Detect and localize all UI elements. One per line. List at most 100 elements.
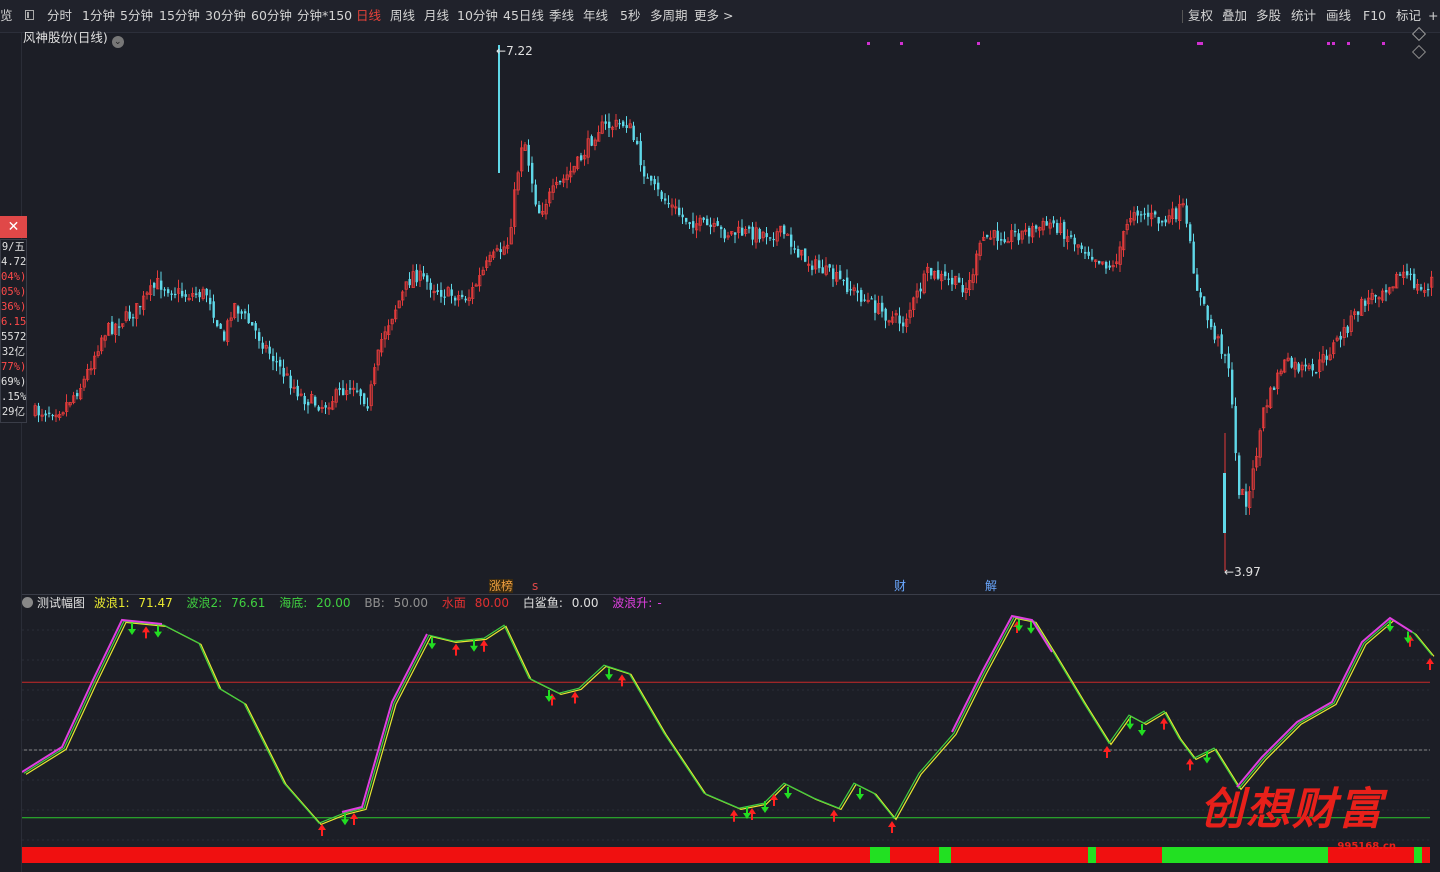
chevron-down-icon[interactable]: ⌄ [111, 36, 124, 48]
tab-60min[interactable]: 60分钟 [251, 0, 292, 32]
signal-bar-green [939, 847, 951, 863]
tab-5min[interactable]: 5分钟 [120, 0, 153, 32]
candle-body [790, 234, 793, 247]
tab-multi-period[interactable]: 多周期 [650, 0, 688, 32]
add-custom-button[interactable]: +自 [1428, 0, 1440, 32]
candle-body [282, 367, 285, 377]
draw-line-button[interactable]: 画线 [1326, 0, 1351, 32]
candle-body [205, 288, 208, 296]
candle-body [1427, 288, 1430, 291]
seafloor-label: 海底: [279, 596, 308, 610]
candle-body [363, 393, 366, 405]
indicator-header: 测试幅图 波浪1: 71.47 波浪2: 76.61 海底: 20.00 BB:… [22, 594, 1440, 611]
candle-body [622, 121, 625, 127]
candle-body [1315, 372, 1318, 374]
candle-body [678, 207, 681, 215]
candle-body [272, 356, 275, 362]
candle-body [1196, 274, 1199, 291]
candle-body [1014, 230, 1017, 233]
candle-body [170, 293, 173, 295]
shark-label: 白鲨鱼: [522, 596, 563, 610]
tab-weekly[interactable]: 周线 [390, 0, 415, 32]
candle-body [1189, 224, 1192, 242]
candle-body [1003, 239, 1006, 243]
candle-body [1147, 212, 1150, 217]
sidebar-toggle-icon[interactable] [25, 10, 34, 20]
candle-body [44, 413, 47, 416]
candle-body [464, 298, 467, 301]
candle-body [454, 297, 457, 301]
candle-body [1273, 387, 1276, 390]
wave1-reading: 波浪1: 71.47 [94, 596, 178, 610]
candle-body [821, 267, 824, 274]
candle-body [650, 175, 653, 181]
candle-body [842, 279, 845, 282]
indicator-toggle-icon[interactable] [22, 597, 33, 608]
tab-15min[interactable]: 15分钟 [159, 0, 200, 32]
event-tag-finance[interactable]: 财 [894, 579, 906, 593]
candle-body [1339, 335, 1342, 340]
candle-body [1073, 237, 1076, 245]
tab-yearly[interactable]: 年线 [583, 0, 608, 32]
candle-body [338, 388, 341, 390]
candle-body [608, 121, 611, 129]
candle-body [1080, 245, 1083, 250]
candle-body [590, 136, 593, 146]
tab-10min[interactable]: 10分钟 [457, 0, 498, 32]
candle-body [1192, 241, 1195, 274]
candle-body [643, 166, 646, 177]
candle-body [783, 225, 786, 235]
candle-body [244, 311, 247, 314]
candlestick-chart[interactable] [22, 33, 1440, 593]
fuquan-button[interactable]: 复权 [1188, 0, 1213, 32]
indicator-name[interactable]: 测试幅图 [37, 596, 85, 610]
event-tag-limit-up[interactable]: 涨榜 [489, 579, 514, 593]
candle-body [366, 406, 369, 409]
period-toolbar: 览 分时 1分钟 5分钟 15分钟 30分钟 60分钟 分钟*150 日线 周线… [0, 0, 1440, 33]
buy-arrow [350, 813, 358, 825]
candle-body [1227, 353, 1230, 369]
candle-body [534, 184, 537, 205]
tab-daily[interactable]: 日线 [356, 0, 381, 32]
candle-body [898, 315, 901, 324]
candle-body [324, 405, 327, 408]
candle-body [580, 155, 583, 161]
wave-rise-value: - [657, 596, 662, 610]
tab-quarterly[interactable]: 季线 [549, 0, 574, 32]
tab-monthly[interactable]: 月线 [424, 0, 449, 32]
candle-body [440, 289, 443, 297]
candle-body [1140, 214, 1143, 216]
multi-stock-button[interactable]: 多股 [1256, 0, 1281, 32]
candle-body [219, 323, 222, 329]
candle-body [212, 301, 215, 318]
tab-45day[interactable]: 45日线 [503, 0, 544, 32]
overlay-button[interactable]: 叠加 [1222, 0, 1247, 32]
f10-button[interactable]: F10 [1363, 0, 1386, 32]
event-tag-s[interactable]: s [532, 579, 538, 593]
statistics-button[interactable]: 统计 [1291, 0, 1316, 32]
more-menu[interactable]: 更多 > [694, 0, 733, 32]
candle-body [1357, 311, 1360, 315]
signal-marker [1332, 42, 1335, 45]
wave2-label: 波浪2: [186, 596, 223, 610]
candle-body [961, 284, 964, 293]
buy-arrow [618, 674, 626, 687]
signal-marker [1382, 42, 1385, 45]
candle-body [951, 277, 954, 285]
candle-body [223, 331, 226, 341]
tab-30min[interactable]: 30分钟 [205, 0, 246, 32]
sell-arrow [128, 623, 136, 635]
candle-body [1245, 491, 1248, 507]
buy-arrow [830, 809, 838, 822]
wave-rise-reading: 波浪升: - [612, 596, 666, 610]
candle-body [958, 277, 961, 283]
tab-5sec[interactable]: 5秒 [620, 0, 640, 32]
candle-body [1091, 256, 1094, 260]
candle-body [237, 306, 240, 314]
candle-body [1224, 354, 1227, 356]
tab-min150[interactable]: 分钟*150 [297, 0, 352, 32]
candle-body [797, 248, 800, 258]
candle-body [317, 406, 320, 411]
wave-rise-label: 波浪升: [612, 596, 653, 610]
event-tag-unlock[interactable]: 解 [985, 579, 997, 593]
